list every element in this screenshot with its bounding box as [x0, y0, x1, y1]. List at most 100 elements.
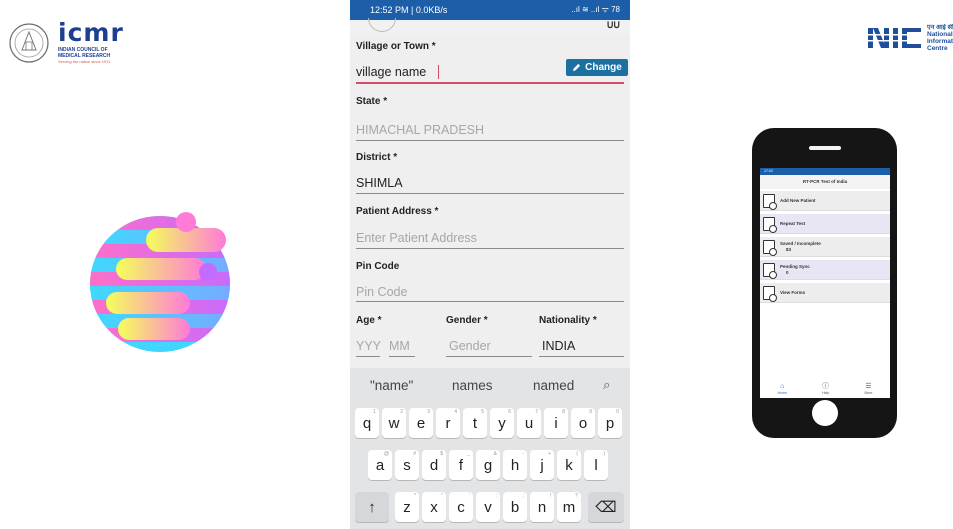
- key-s[interactable]: # s: [395, 450, 419, 480]
- nav-home[interactable]: ⌂ Home: [778, 383, 787, 395]
- icmr-tagline: Serving the nation since 1911: [58, 59, 111, 64]
- saved-count: 83: [786, 246, 792, 252]
- state-underline: [356, 140, 624, 141]
- key-w[interactable]: 2w: [382, 408, 406, 438]
- key-e[interactable]: 3e: [409, 408, 433, 438]
- nic-line2: Informati: [927, 38, 953, 45]
- app-form-screen: 12:52 PM | 0.0KB/s ..ıl ≋ ..ıl ᯤ 78 ᑌᑌ V…: [350, 0, 630, 529]
- key-t[interactable]: 5t: [463, 408, 487, 438]
- village-input[interactable]: village name: [356, 65, 426, 79]
- header-right-icon: ᑌᑌ: [606, 20, 620, 30]
- nic-hindi: एन आई सी: [927, 24, 953, 31]
- nav-more[interactable]: ☰ More: [864, 383, 872, 395]
- text-caret: [438, 65, 439, 79]
- app-logo-icon: [368, 18, 396, 32]
- key-z[interactable]: * z: [395, 492, 419, 522]
- village-underline: [356, 82, 624, 84]
- key-o[interactable]: 9o: [571, 408, 595, 438]
- gender-select[interactable]: Gender: [449, 339, 491, 353]
- menu-view-forms[interactable]: View Forms: [760, 283, 890, 303]
- age-years-input[interactable]: YYY: [356, 339, 381, 353]
- colorful-sphere-graphic: [90, 212, 230, 352]
- district-underline: [356, 193, 624, 194]
- district-field[interactable]: SHIMLA: [356, 176, 403, 190]
- pin-label: Pin Code: [356, 261, 400, 272]
- document-icon: [763, 216, 777, 233]
- nationality-underline: [539, 356, 624, 357]
- nationality-select[interactable]: INDIA: [542, 339, 575, 353]
- key-h[interactable]: -h: [503, 450, 527, 480]
- nic-mark-icon: [868, 28, 923, 48]
- key-row-3: ↑ * z " x ' c :v ; b ! n ? m ⌫: [350, 492, 630, 522]
- shift-key[interactable]: ↑: [355, 492, 389, 522]
- key-u[interactable]: 7u: [517, 408, 541, 438]
- pin-underline: [356, 301, 624, 302]
- suggestion-bar: "name" names named ⌕: [350, 368, 630, 402]
- key-d[interactable]: $ d: [422, 450, 446, 480]
- key-m[interactable]: ? m: [557, 492, 581, 522]
- menu-repeat-test[interactable]: Repeat Test: [760, 214, 890, 234]
- phone-home-button: [812, 400, 838, 426]
- change-button-label: Change: [585, 62, 622, 73]
- key-row-2: @ a # s $ d _ f & g -h + j (k ) l: [350, 450, 630, 480]
- pending-count: 0: [786, 269, 789, 275]
- nic-line3: Centre: [927, 45, 948, 52]
- nationality-label: Nationality *: [539, 315, 597, 326]
- key-f[interactable]: _ f: [449, 450, 473, 480]
- nic-line1: National: [927, 31, 953, 38]
- address-input[interactable]: Enter Patient Address: [356, 231, 477, 245]
- more-icon: ☰: [865, 383, 872, 390]
- age-months-underline: [389, 356, 415, 357]
- mini-app-title: RT-PCR Test of India: [760, 175, 890, 189]
- document-icon: [763, 262, 777, 279]
- key-i[interactable]: 8i: [544, 408, 568, 438]
- menu-saved-incomplete[interactable]: Saved / Incomplete 83: [760, 237, 890, 257]
- home-icon: ⌂: [780, 383, 785, 390]
- nav-help[interactable]: ⓘ Help: [822, 383, 829, 395]
- key-c[interactable]: ' c: [449, 492, 473, 522]
- backspace-key[interactable]: ⌫: [588, 492, 624, 522]
- key-b[interactable]: ; b: [503, 492, 527, 522]
- pencil-icon: [573, 63, 581, 72]
- key-v[interactable]: :v: [476, 492, 500, 522]
- address-underline: [356, 248, 624, 249]
- bottom-nav: ⌂ Home ⓘ Help ☰ More: [760, 380, 890, 398]
- app-header-strip: ᑌᑌ: [350, 18, 630, 34]
- suggestion-3[interactable]: named: [533, 378, 574, 393]
- key-x[interactable]: " x: [422, 492, 446, 522]
- state-field[interactable]: HIMACHAL PRADESH: [356, 123, 484, 137]
- document-icon: [763, 193, 777, 210]
- key-g[interactable]: & g: [476, 450, 500, 480]
- age-years-underline: [356, 356, 380, 357]
- icmr-wordmark: icmr: [58, 18, 124, 47]
- mini-status-bar: 17:24: [760, 168, 890, 175]
- key-a[interactable]: @ a: [368, 450, 392, 480]
- pin-input[interactable]: Pin Code: [356, 285, 407, 299]
- key-l[interactable]: ) l: [584, 450, 608, 480]
- phone-mockup: 17:24 RT-PCR Test of India Add New Patie…: [752, 128, 897, 438]
- district-label: District *: [356, 152, 398, 163]
- change-state-button[interactable]: Change: [566, 59, 628, 76]
- age-months-input[interactable]: MM: [389, 339, 410, 353]
- key-k[interactable]: (k: [557, 450, 581, 480]
- key-n[interactable]: ! n: [530, 492, 554, 522]
- help-icon: ⓘ: [822, 383, 830, 390]
- status-icons: ..ıl ≋ ..ıl ᯤ 78: [571, 5, 620, 14]
- state-label: State *: [356, 96, 388, 107]
- key-q[interactable]: 1q: [355, 408, 379, 438]
- status-bar: 12:52 PM | 0.0KB/s ..ıl ≋ ..ıl ᯤ 78: [350, 0, 630, 20]
- suggestion-1[interactable]: "name": [370, 378, 413, 393]
- icmr-logo: icmr INDIAN COUNCIL OF MEDICAL RESEARCH …: [8, 18, 124, 65]
- suggestion-2[interactable]: names: [452, 378, 493, 393]
- menu-pending-sync[interactable]: Pending Sync 0: [760, 260, 890, 280]
- video-frame: icmr INDIAN COUNCIL OF MEDICAL RESEARCH …: [0, 0, 953, 529]
- key-j[interactable]: + j: [530, 450, 554, 480]
- key-y[interactable]: 6y: [490, 408, 514, 438]
- key-p[interactable]: 0p: [598, 408, 622, 438]
- nic-logo: एन आई सी National Informati Centre: [868, 24, 953, 52]
- key-r[interactable]: 4r: [436, 408, 460, 438]
- search-icon[interactable]: ⌕: [603, 377, 611, 393]
- document-icon: [763, 285, 777, 302]
- menu-add-new-patient[interactable]: Add New Patient: [760, 191, 890, 211]
- status-time: 12:52 PM | 0.0KB/s: [370, 5, 448, 15]
